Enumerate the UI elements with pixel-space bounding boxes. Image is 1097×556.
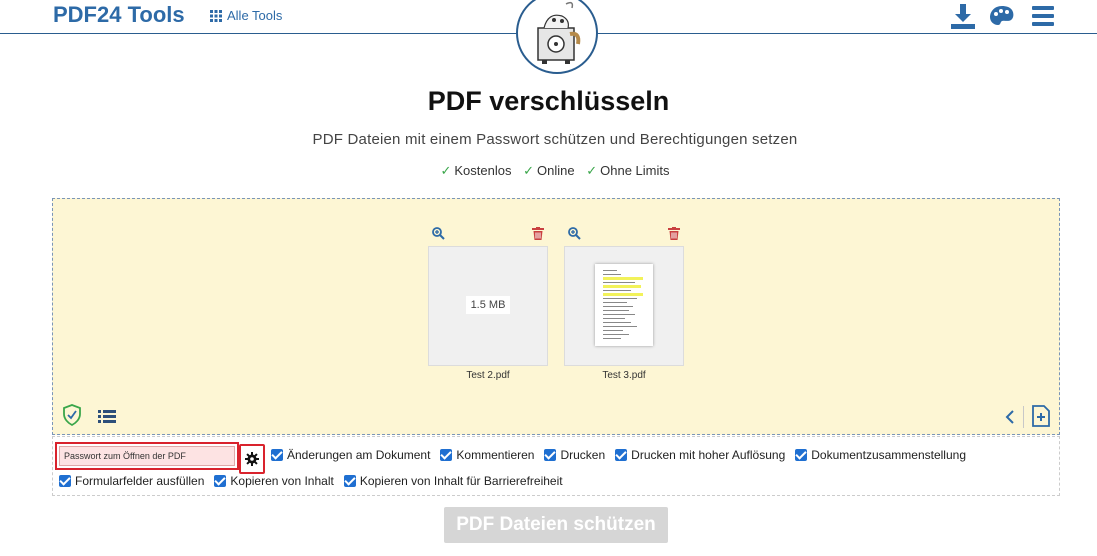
shield-check-icon[interactable] xyxy=(62,404,82,426)
checkbox-checked[interactable] xyxy=(615,449,628,461)
checkbox-kommentieren[interactable]: Kommentieren xyxy=(440,448,534,462)
safe-mascot-icon xyxy=(537,1,581,64)
add-file-icon[interactable] xyxy=(1031,405,1051,427)
trash-icon[interactable] xyxy=(668,227,680,240)
checkbox-formularfelder[interactable]: Formularfelder ausfüllen xyxy=(59,474,204,488)
all-tools-link[interactable]: Alle Tools xyxy=(210,8,282,23)
checkbox-kopieren[interactable]: Kopieren von Inhalt xyxy=(214,474,334,488)
file-size: 1.5 MB xyxy=(466,296,510,314)
download-icon[interactable] xyxy=(949,2,977,30)
feature-list: ✓ Kostenlos ✓ Online ✓ Ohne Limits xyxy=(0,163,1097,179)
checkbox-checked[interactable] xyxy=(271,449,283,461)
file-thumbnail[interactable]: 1.5 MB xyxy=(428,246,548,366)
page-subtitle: PDF Dateien mit einem Passwort schützen … xyxy=(312,131,798,148)
file-drop-zone[interactable]: 1.5 MB Test 2.pdf Test 3.pdf xyxy=(52,198,1060,435)
feature-item: ✓ Kostenlos xyxy=(440,163,512,178)
list-icon[interactable] xyxy=(98,410,116,423)
zoom-in-icon[interactable] xyxy=(432,227,445,240)
password-input[interactable]: Passwort zum Öffnen der PDF xyxy=(55,442,239,470)
checkbox-checked[interactable] xyxy=(544,449,557,461)
settings-button[interactable] xyxy=(239,444,265,474)
check-icon: ✓ xyxy=(586,163,598,178)
grid-icon xyxy=(210,9,222,22)
mascot-logo xyxy=(516,0,598,74)
feature-item: ✓ Ohne Limits xyxy=(586,163,670,178)
palette-icon[interactable] xyxy=(988,2,1016,30)
file-thumbnail[interactable] xyxy=(564,246,684,366)
checkbox-checked[interactable] xyxy=(214,475,227,487)
trash-icon[interactable] xyxy=(532,227,544,240)
checkbox-kopieren-barrierefreiheit[interactable]: Kopieren von Inhalt für Barrierefreiheit xyxy=(343,474,563,488)
check-icon: ✓ xyxy=(440,163,452,178)
feature-item: ✓ Online xyxy=(523,163,575,178)
checkbox-checked[interactable] xyxy=(440,449,453,461)
file-name: Test 2.pdf xyxy=(466,370,510,381)
checkbox-checked[interactable] xyxy=(795,449,808,461)
checkbox-checked[interactable] xyxy=(343,475,356,487)
all-tools-label: Alle Tools xyxy=(227,8,283,23)
page-title: PDF verschlüsseln xyxy=(427,86,670,116)
check-icon: ✓ xyxy=(523,163,535,178)
checkbox-aenderungen[interactable]: Änderungen am Dokument xyxy=(271,448,430,462)
checkbox-dokumentzusammenstellung[interactable]: Dokumentzusammenstellung xyxy=(795,448,966,462)
protect-pdf-button[interactable]: PDF Dateien schützen xyxy=(444,507,668,543)
protection-options: Passwort zum Öffnen der PDF Änderungen a… xyxy=(52,436,1060,496)
chevron-left-icon[interactable] xyxy=(1005,410,1015,424)
top-header: PDF24 Tools Alle Tools xyxy=(0,0,1097,74)
menu-icon[interactable] xyxy=(1029,2,1057,30)
page-preview xyxy=(595,264,653,346)
zoom-in-icon[interactable] xyxy=(568,227,581,240)
gear-icon xyxy=(245,452,259,466)
options-row-1: Änderungen am Dokument Kommentieren Druc… xyxy=(271,448,976,462)
checkbox-checked[interactable] xyxy=(59,475,71,487)
checkbox-drucken[interactable]: Drucken xyxy=(544,448,605,462)
brand-logo[interactable]: PDF24 Tools xyxy=(53,2,185,28)
options-row-2: Formularfelder ausfüllen Kopieren von In… xyxy=(59,474,573,488)
checkbox-drucken-hoch[interactable]: Drucken mit hoher Auflösung xyxy=(615,448,785,462)
file-name: Test 3.pdf xyxy=(602,370,646,381)
